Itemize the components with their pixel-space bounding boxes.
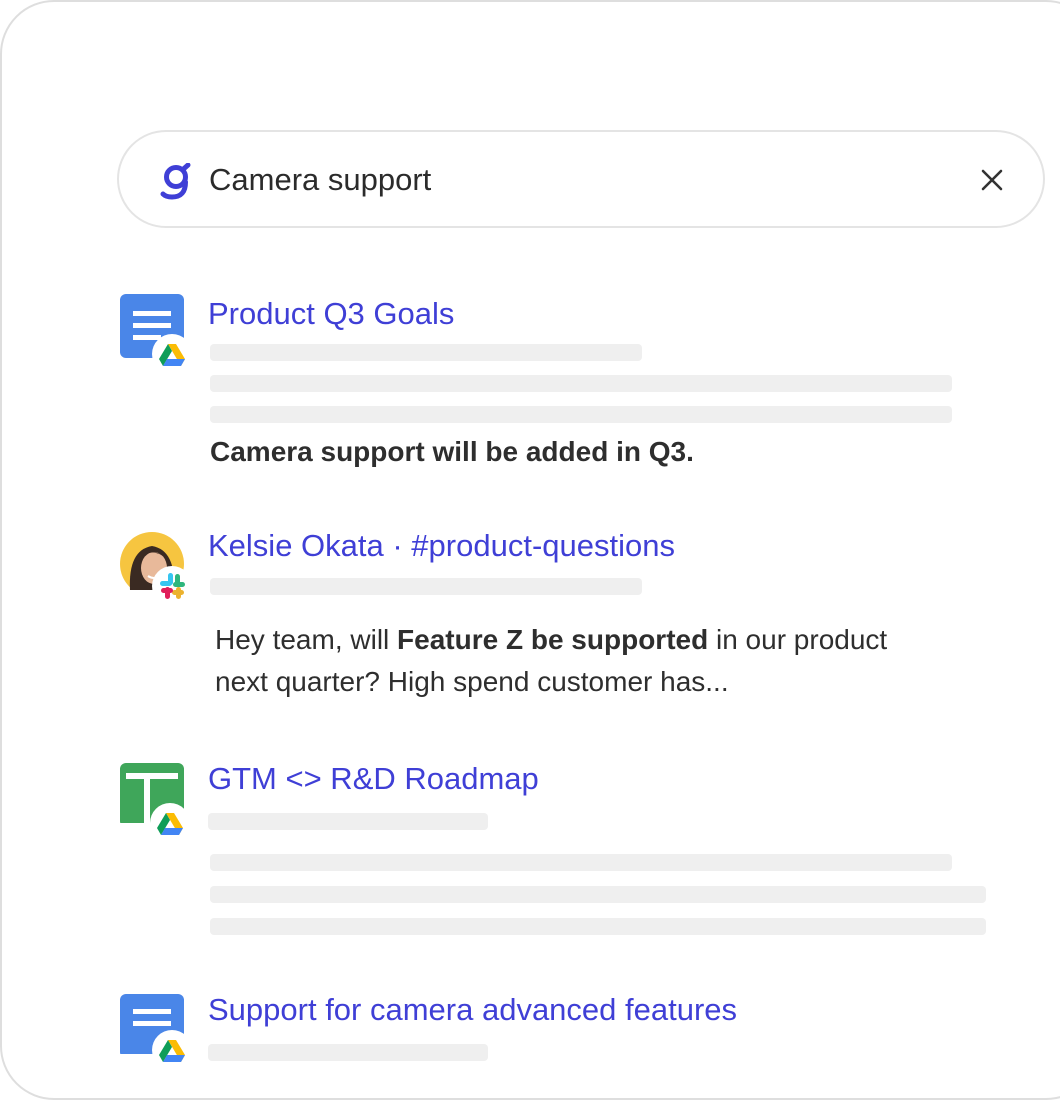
placeholder-line [210, 375, 952, 392]
placeholder-line [210, 854, 952, 871]
glean-g-icon [160, 163, 191, 200]
snippet-text: next quarter? High spend customer has... [215, 666, 729, 697]
source-badge [152, 334, 192, 374]
placeholder-line [210, 406, 952, 423]
result-title[interactable]: GTM <> R&D Roadmap [208, 759, 539, 799]
result-icon [120, 990, 192, 1070]
source-badge [152, 566, 192, 606]
result-title[interactable]: Support for camera advanced features [208, 990, 737, 1030]
google-drive-icon [159, 344, 185, 366]
close-icon[interactable] [977, 165, 1007, 195]
result-title[interactable]: Product Q3 Goals [208, 294, 454, 334]
google-drive-icon [159, 1040, 185, 1062]
placeholder-line [210, 344, 642, 361]
result-snippet: Hey team, will Feature Z be supported in… [215, 619, 887, 703]
placeholder-line [208, 1044, 488, 1061]
result-title[interactable]: Kelsie Okata · #product-questions [208, 526, 675, 566]
source-badge [152, 1030, 192, 1070]
search-bar[interactable] [117, 130, 1045, 228]
snippet-text: in our product [708, 624, 888, 655]
placeholder-line [208, 813, 488, 830]
google-drive-icon [157, 813, 183, 835]
placeholder-line [210, 578, 642, 595]
placeholder-line [210, 886, 986, 903]
result-snippet: Camera support will be added in Q3. [210, 431, 694, 473]
snippet-highlight: Feature Z be supported [397, 624, 709, 655]
slack-icon [160, 573, 185, 599]
search-input[interactable] [209, 158, 949, 202]
snippet-text: Hey team, will [215, 624, 398, 655]
result-icon [120, 294, 192, 374]
source-badge [150, 803, 190, 843]
result-icon [120, 526, 192, 606]
snippet-highlight: Camera support will be added in Q3. [210, 436, 694, 467]
placeholder-line [210, 918, 986, 935]
result-icon [120, 759, 192, 843]
app-window: Product Q3 Goals Camera support will be … [0, 0, 1060, 1100]
